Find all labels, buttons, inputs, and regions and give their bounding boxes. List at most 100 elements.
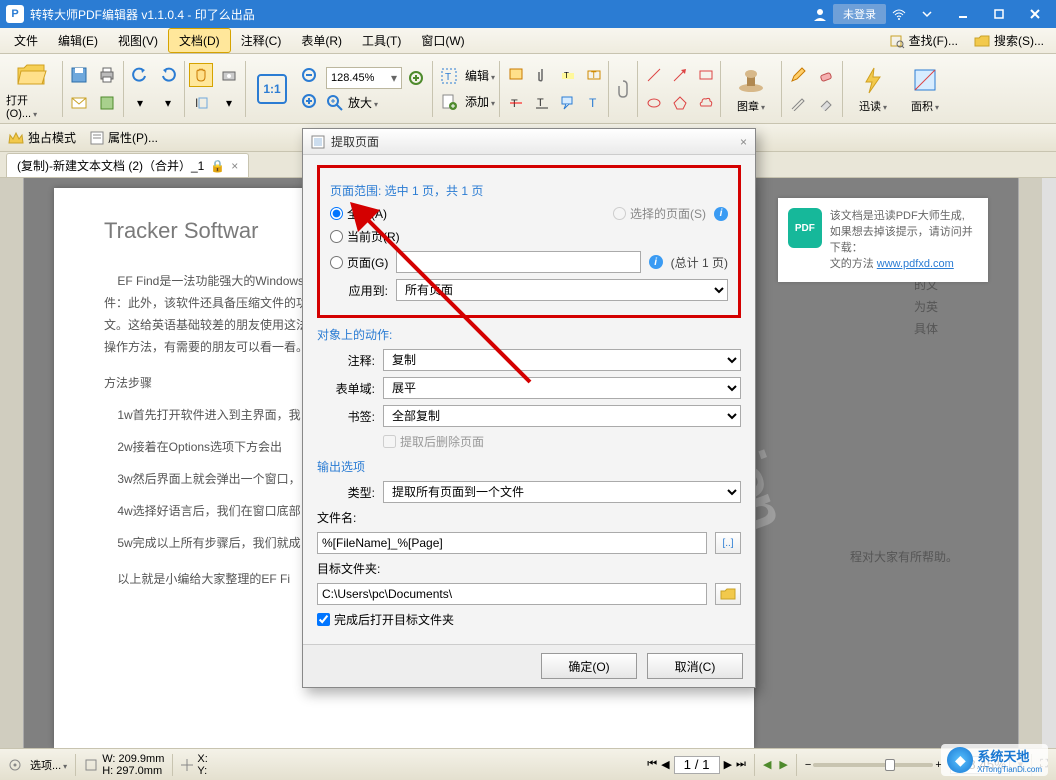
find-button[interactable]: 查找(F)... — [881, 28, 966, 53]
zoom-slider[interactable]: − + — [805, 759, 942, 771]
dialog-close-icon[interactable]: × — [740, 135, 747, 149]
search-button[interactable]: 搜索(S)... — [966, 28, 1052, 53]
maximize-button[interactable] — [984, 3, 1014, 25]
undo-drop-icon[interactable]: ▾ — [128, 91, 152, 115]
area-button[interactable]: 面积 — [903, 57, 947, 121]
menu-window[interactable]: 窗口(W) — [411, 28, 474, 53]
zoom-input[interactable] — [327, 68, 387, 88]
email-icon[interactable] — [67, 91, 91, 115]
close-button[interactable] — [1020, 3, 1050, 25]
nav-back-icon[interactable]: ◀ — [763, 758, 771, 771]
browse-folder-button[interactable] — [715, 583, 741, 605]
menu-annotation[interactable]: 注释(C) — [231, 28, 292, 53]
snapshot-icon[interactable] — [217, 63, 241, 87]
radio-pages[interactable]: 页面(G) — [330, 254, 388, 271]
apply-to-select[interactable]: 所有页面 — [396, 279, 728, 301]
menu-form[interactable]: 表单(R) — [291, 28, 352, 53]
redo-icon[interactable] — [156, 63, 180, 87]
highlight-icon[interactable]: T — [556, 63, 580, 87]
pages-input[interactable] — [396, 251, 640, 273]
add-drop[interactable]: 添加 — [465, 93, 495, 110]
info-icon[interactable]: i — [714, 207, 728, 221]
note-icon[interactable] — [504, 63, 528, 87]
eraser2-icon[interactable] — [814, 91, 838, 115]
radio-current[interactable]: 当前页(R) — [330, 228, 400, 245]
clip-icon[interactable] — [613, 77, 633, 101]
minimize-button[interactable] — [948, 3, 978, 25]
login-button[interactable]: 未登录 — [833, 4, 886, 24]
stamp-button[interactable]: 图章 — [725, 57, 777, 121]
exclusive-mode-button[interactable]: 独占模式 — [8, 129, 76, 146]
pdf-link[interactable]: www.pdfxd.com — [877, 258, 954, 270]
dropdown-button[interactable] — [912, 3, 942, 25]
first-page-icon[interactable]: ⏮ — [647, 758, 657, 771]
nav-fwd-icon[interactable]: ▶ — [779, 758, 787, 771]
edit-drop[interactable]: 编辑 — [465, 67, 495, 84]
radio-selected[interactable]: 选择的页面(S) — [613, 205, 706, 222]
rect-icon[interactable] — [694, 63, 718, 87]
polygon-icon[interactable] — [668, 91, 692, 115]
select-drop-icon[interactable]: ▾ — [217, 91, 241, 115]
save-icon[interactable] — [67, 63, 91, 87]
page-number-input[interactable] — [674, 756, 720, 774]
underline-icon[interactable]: T — [530, 91, 554, 115]
zoom-minus-icon[interactable]: − — [805, 759, 811, 771]
options-button[interactable]: 选项... — [30, 757, 67, 773]
radio-all[interactable]: 全部(A) — [330, 205, 387, 222]
scan-icon[interactable] — [95, 91, 119, 115]
menu-view[interactable]: 视图(V) — [108, 28, 168, 53]
macro-button[interactable]: [..] — [715, 532, 741, 554]
open-button[interactable]: 打开(O)... — [6, 57, 58, 121]
next-page-icon[interactable]: ▶ — [724, 758, 732, 771]
fit-1to1-button[interactable]: 1:1 — [250, 57, 294, 121]
bookmark-select[interactable]: 全部复制 — [383, 405, 741, 427]
form-select[interactable]: 展平 — [383, 377, 741, 399]
edit-content-icon[interactable]: T — [437, 64, 461, 88]
right-panel-strip[interactable] — [1018, 178, 1042, 748]
hand-tool-icon[interactable] — [189, 63, 213, 87]
pencil2-icon[interactable] — [786, 91, 810, 115]
prev-page-icon[interactable]: ◀ — [661, 758, 669, 771]
info-icon-2[interactable]: i — [649, 255, 663, 269]
arrow-icon[interactable] — [668, 63, 692, 87]
tab-close-icon[interactable]: × — [231, 159, 238, 173]
dialog-titlebar[interactable]: 提取页面 × — [303, 129, 755, 155]
properties-button[interactable]: 属性(P)... — [90, 129, 158, 146]
callout-icon[interactable] — [556, 91, 580, 115]
text-box-icon[interactable]: T — [582, 63, 606, 87]
cloud-icon[interactable] — [694, 91, 718, 115]
type-select[interactable]: 提取所有页面到一个文件 — [383, 481, 741, 503]
zoom-in-icon[interactable] — [298, 90, 322, 114]
eraser-icon[interactable] — [814, 63, 838, 87]
zoom-combo[interactable]: ▾ — [326, 67, 402, 89]
open-after-checkbox[interactable]: 完成后打开目标文件夹 — [317, 611, 454, 628]
line-icon[interactable] — [642, 63, 666, 87]
menu-tool[interactable]: 工具(T) — [352, 28, 411, 53]
dest-input[interactable] — [317, 583, 707, 605]
select-text-icon[interactable]: I — [189, 91, 213, 115]
zoom-out-icon[interactable] — [298, 64, 322, 88]
document-tab[interactable]: (复制)-新建文本文档 (2)（合并）_1 🔒 × — [6, 153, 249, 177]
delete-after-checkbox[interactable]: 提取后删除页面 — [383, 433, 484, 450]
annot-select[interactable]: 复制 — [383, 349, 741, 371]
attach-icon[interactable] — [530, 63, 554, 87]
add-content-icon[interactable] — [437, 90, 461, 114]
oval-icon[interactable] — [642, 91, 666, 115]
undo-icon[interactable] — [128, 63, 152, 87]
vertical-scrollbar[interactable] — [1042, 178, 1056, 748]
typewriter-icon[interactable]: T — [582, 91, 606, 115]
pencil-icon[interactable] — [786, 63, 810, 87]
menu-edit[interactable]: 编辑(E) — [48, 28, 108, 53]
menu-document[interactable]: 文档(D) — [168, 28, 231, 53]
zoom-big-label[interactable]: 放大 — [348, 94, 378, 111]
fast-read-button[interactable]: 迅读 — [847, 57, 899, 121]
print-icon[interactable] — [95, 63, 119, 87]
strikeout-icon[interactable]: T — [504, 91, 528, 115]
ok-button[interactable]: 确定(O) — [541, 653, 637, 679]
redo-drop-icon[interactable]: ▾ — [156, 91, 180, 115]
zoom-plus-icon[interactable] — [404, 66, 428, 90]
menu-file[interactable]: 文件 — [4, 28, 48, 53]
last-page-icon[interactable]: ⏭ — [736, 758, 746, 771]
left-panel-strip[interactable] — [0, 178, 24, 748]
cancel-button[interactable]: 取消(C) — [647, 653, 743, 679]
